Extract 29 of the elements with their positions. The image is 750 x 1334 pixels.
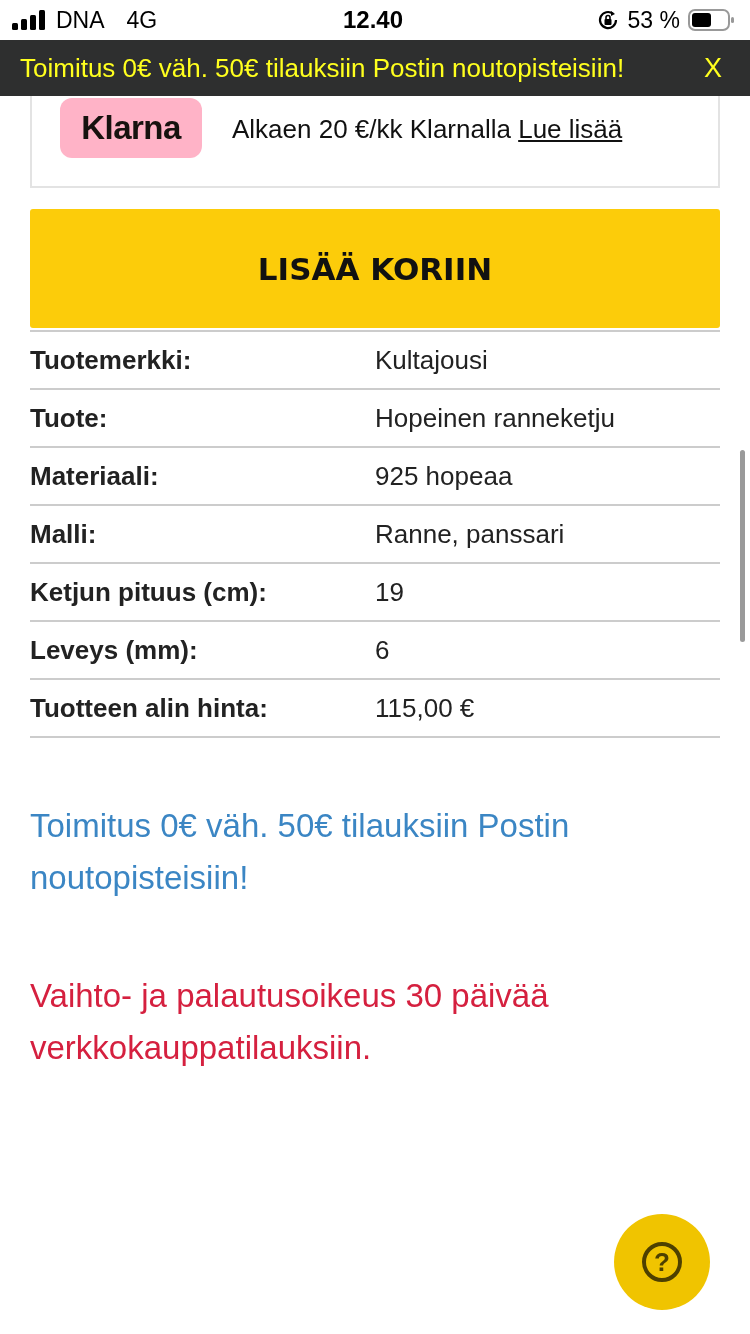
- banner-text: Toimitus 0€ väh. 50€ tilauksiin Postin noutopisteisiin!: [20, 52, 625, 84]
- carrier-name: DNA: [56, 6, 105, 34]
- spec-label: Tuotteen alin hinta:: [30, 692, 269, 724]
- signal-icon: [12, 10, 48, 30]
- klarna-text: Alkaen 20 €/kk Klarnalla Lue lisää: [232, 114, 623, 145]
- add-to-cart-button[interactable]: LISÄÄ KORIIN: [30, 209, 720, 328]
- battery-percent: 53 %: [627, 6, 680, 34]
- spec-label: Tuotemerkki:: [30, 344, 193, 376]
- help-button[interactable]: ?: [614, 1214, 710, 1310]
- spec-value: 19: [375, 576, 404, 608]
- klarna-logo: Klarna: [60, 98, 202, 158]
- spec-value: Kultajousi: [375, 344, 488, 376]
- battery-icon: [688, 8, 734, 32]
- read-more-link[interactable]: Lue lisää: [518, 114, 623, 144]
- spec-label: Tuote:: [30, 402, 109, 434]
- spec-value: Hopeinen ranneketju: [375, 402, 615, 434]
- spec-label: Materiaali:: [30, 460, 160, 492]
- spec-label: Leveys (mm):: [30, 634, 199, 666]
- close-button[interactable]: X: [704, 52, 722, 84]
- clock-time: 12.40: [342, 6, 404, 34]
- notice-text: Toimitus 0€ väh. 50€ tilauksiin Postin noutopisteisiin!: [30, 806, 571, 898]
- spec-value: 6: [375, 634, 390, 666]
- spec-value: 925 hopeaa: [375, 460, 513, 492]
- spec-value: Ranne, panssari: [375, 518, 565, 550]
- spec-label: Malli:: [30, 518, 98, 550]
- notice-text: Vaihto- ja palautusoikeus 30 päivää verkkokauppatilauksiin.: [30, 976, 550, 1068]
- network-type: 4G: [126, 6, 158, 34]
- spec-value: 115,00 €: [375, 692, 475, 724]
- spec-label: Ketjun pituus (cm):: [30, 576, 268, 608]
